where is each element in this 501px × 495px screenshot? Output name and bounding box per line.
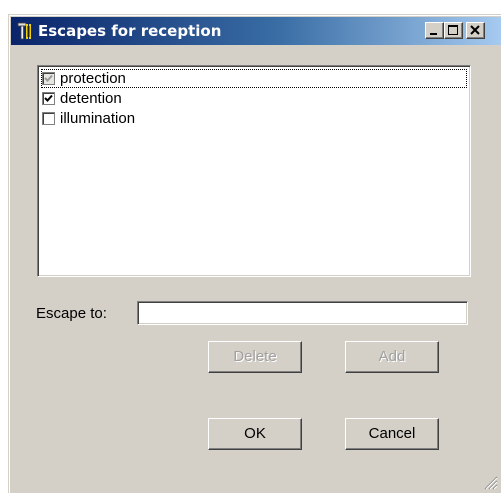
list-item-label: illumination [60, 110, 136, 127]
list-item-label: detention [60, 90, 122, 107]
dialog-window: Escapes for reception protection detenti… [8, 14, 501, 493]
close-button[interactable] [466, 22, 485, 39]
checkmark-icon [44, 74, 53, 82]
close-icon [470, 25, 480, 35]
escape-to-label: Escape to: [36, 305, 107, 322]
ok-button[interactable]: OK [208, 418, 302, 450]
escape-to-input[interactable] [137, 301, 468, 325]
window-title: Escapes for reception [38, 22, 222, 40]
list-item-detention[interactable]: detention [41, 89, 467, 108]
escape-list[interactable]: protection detention illumination [37, 65, 471, 277]
list-item-label: protection [60, 70, 126, 87]
title-bar[interactable]: Escapes for reception [11, 17, 501, 45]
app-tool-icon[interactable] [15, 21, 35, 41]
checkbox-detention[interactable] [42, 92, 55, 105]
resize-grip-icon[interactable] [480, 472, 498, 490]
minimize-button[interactable] [425, 22, 444, 39]
list-item-illumination[interactable]: illumination [41, 109, 467, 128]
minimize-icon [430, 33, 437, 35]
maximize-button[interactable] [444, 22, 463, 39]
add-button[interactable]: Add [345, 341, 439, 373]
cancel-button[interactable]: Cancel [345, 418, 439, 450]
delete-button[interactable]: Delete [208, 341, 302, 373]
checkmark-icon [44, 94, 53, 102]
list-item-protection[interactable]: protection [41, 69, 467, 88]
checkbox-illumination[interactable] [42, 112, 55, 125]
checkbox-protection[interactable] [42, 72, 55, 85]
maximize-icon [448, 25, 458, 35]
